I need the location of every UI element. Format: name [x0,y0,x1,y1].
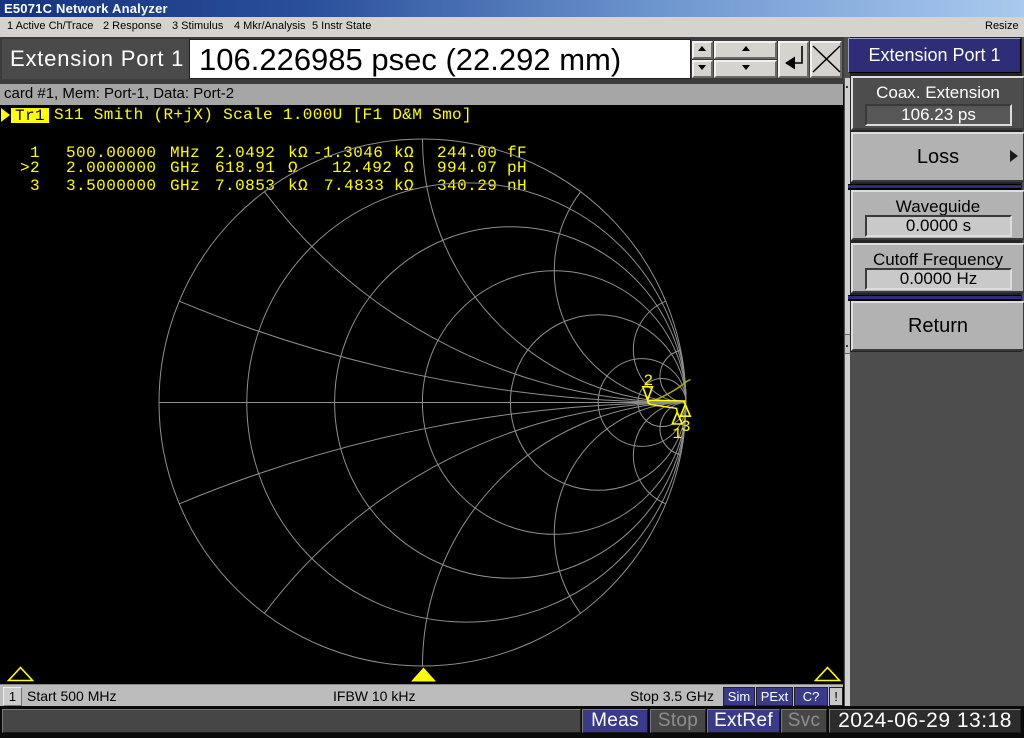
svg-text:2: 2 [644,372,654,390]
svg-text:3: 3 [681,418,691,436]
